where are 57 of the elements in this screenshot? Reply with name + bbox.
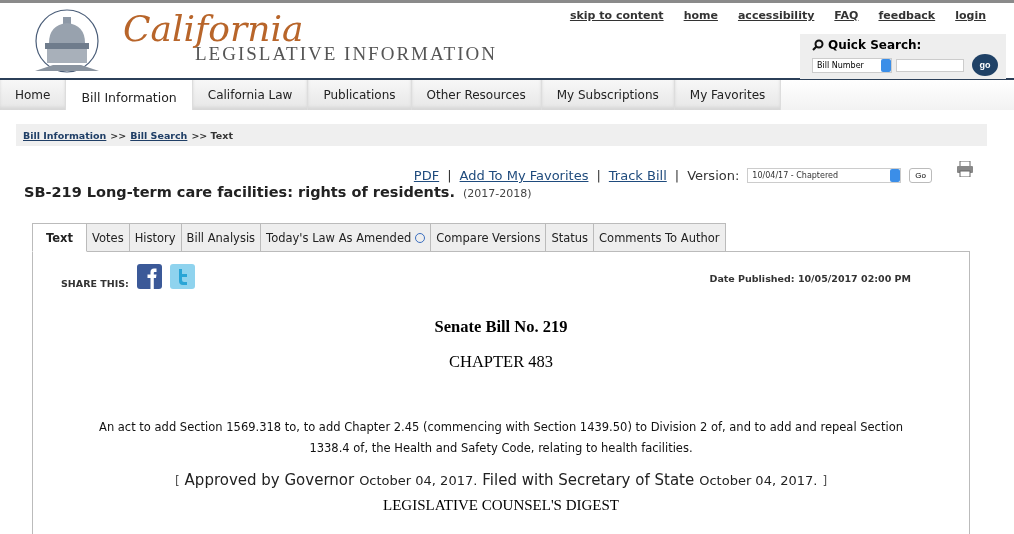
search-type-select[interactable]: Bill Number [812,57,892,73]
nav-tab[interactable]: My Favorites [674,80,782,110]
action-link[interactable]: PDF [413,168,440,183]
bill-tab[interactable]: Text [32,223,88,252]
bill-tab[interactable]: Today's Law As Amended [261,223,432,252]
version-select[interactable]: 10/04/17 - Chaptered [747,168,902,183]
top-link[interactable]: login [955,9,986,22]
bracket-text: [ [174,474,180,488]
top-link[interactable]: accessibility [737,9,815,22]
bill-heading: Senate Bill No. 219 [434,317,568,337]
bill-title: SB-219 Long-term care facilities: rights of residents. [24,184,455,200]
facebook-icon[interactable] [136,264,162,289]
printer-icon[interactable] [956,161,974,177]
nav-tab[interactable]: California Law [192,80,309,110]
version-label: Version: [687,168,740,183]
approved-date: October 04, 2017. [359,473,478,488]
nav-tab[interactable]: Other Resources [411,80,542,110]
search-icon [812,39,824,51]
bill-tab[interactable]: History [129,223,182,252]
bracket-text: ] [822,474,828,488]
bill-tab[interactable]: Compare Versions [431,223,547,252]
nav-tab[interactable]: Publications [308,80,412,110]
bill-tab[interactable]: Bill Analysis [181,223,262,252]
action-link[interactable]: Add To My Favorites [459,168,589,183]
go-button[interactable]: Go [909,168,932,183]
chapter-heading: CHAPTER 483 [448,352,554,372]
top-link[interactable]: feedback [878,9,936,22]
breadcrumb-text: >> Text [191,129,233,141]
act-description: An act to add Section 1569.318 to, to add Chapter 2.45 (commencing with Section 1439.50) to Division 2 of, and to add and repeal Section 1338.4 of, the Health and Safety Code, relating to health facilities. [98,419,904,457]
separator-text: | [447,168,452,183]
bill-tab[interactable]: Comments To Author [594,223,726,252]
digest-heading: LEGISLATIVE COUNSEL'S DIGEST [383,497,619,514]
filed-date: October 04, 2017. [699,473,818,488]
action-link[interactable]: Track Bill [608,168,667,183]
breadcrumb-text: >> [110,129,127,141]
quick-search-label: Quick Search: [828,38,922,52]
search-field[interactable] [896,58,964,72]
capitol-dome-logo [33,9,101,75]
filed-text: Filed with Secretary of State [482,471,695,489]
twitter-icon[interactable] [169,264,195,289]
top-link[interactable]: home [683,9,718,22]
breadcrumb-link[interactable]: Bill Search [130,129,188,141]
bill-tab[interactable]: Status [546,223,595,252]
session-text: (2017-2018) [463,187,532,200]
breadcrumb-link[interactable]: Bill Information [23,129,107,141]
top-link[interactable]: FAQ [834,9,859,22]
separator-text: | [596,168,601,183]
approved-text: Approved by Governor [184,471,355,489]
nav-tab[interactable]: My Subscriptions [541,80,675,110]
separator-text: | [674,168,680,183]
top-link[interactable]: skip to content [569,9,664,22]
nav-tab[interactable]: Bill Information [66,80,193,110]
date-published: Date Published: 10/05/2017 02:00 PM [709,273,911,284]
bill-tab[interactable]: Votes [87,223,130,252]
share-label: SHARE THIS: [61,278,129,289]
nav-tab[interactable]: Home [0,80,67,110]
go-button[interactable]: go [972,54,998,76]
